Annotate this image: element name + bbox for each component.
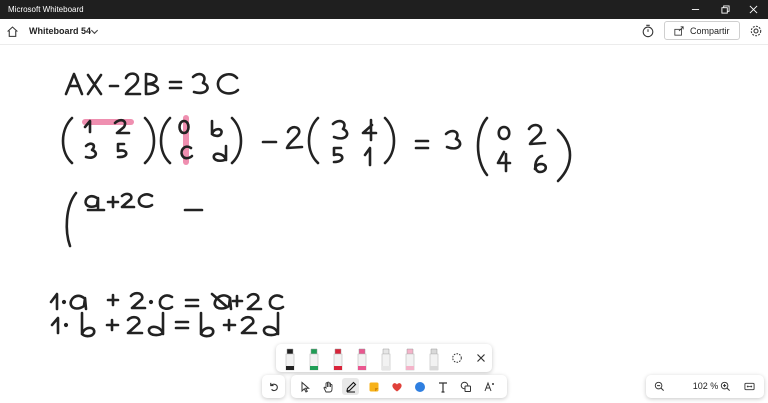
- home-icon: [6, 25, 18, 37]
- select-button[interactable]: [296, 378, 313, 395]
- handwriting: [49, 72, 572, 338]
- heart-icon: [391, 382, 402, 391]
- home-button[interactable]: [4, 23, 20, 39]
- gear-icon[interactable]: [749, 24, 763, 38]
- close-window-button[interactable]: [738, 0, 768, 19]
- image-icon: [414, 381, 425, 392]
- timer-icon[interactable]: [641, 24, 655, 38]
- text-icon: [438, 381, 447, 393]
- minimize-icon: [691, 9, 699, 10]
- white-pen[interactable]: [378, 347, 394, 371]
- pink-marker[interactable]: [402, 347, 418, 371]
- share-button[interactable]: Compartir: [664, 21, 740, 40]
- pan-button[interactable]: [319, 378, 336, 395]
- shapes-button[interactable]: [457, 378, 474, 395]
- red-pen[interactable]: [330, 347, 346, 371]
- restore-button[interactable]: [710, 0, 740, 19]
- text-button[interactable]: [434, 378, 451, 395]
- share-icon: [674, 25, 684, 36]
- window-title: Microsoft Whiteboard: [8, 5, 84, 14]
- window-titlebar: Microsoft Whiteboard: [0, 0, 768, 19]
- reactions-button[interactable]: [388, 378, 405, 395]
- zoom-in-icon: [720, 381, 730, 391]
- sticky-note-icon: [369, 382, 378, 391]
- shapes-icon: [460, 381, 471, 392]
- undo-button[interactable]: [262, 375, 285, 398]
- close-tray-button[interactable]: [472, 349, 489, 366]
- close-window-icon: [749, 5, 757, 14]
- hand-icon: [323, 381, 332, 392]
- pink-highlighter[interactable]: [354, 347, 370, 371]
- chevron-down-icon[interactable]: [90, 27, 99, 36]
- main-toolbar: [291, 375, 507, 398]
- restore-icon: [720, 5, 730, 14]
- zoom-in-button[interactable]: [718, 379, 733, 394]
- more-icon: [484, 381, 494, 391]
- select-arrow-icon: [301, 380, 310, 393]
- fit-screen-button[interactable]: [742, 379, 757, 394]
- pen-icon: [345, 381, 356, 392]
- zoom-out-icon: [654, 381, 664, 391]
- ink-button[interactable]: [342, 378, 359, 395]
- undo-icon: [270, 382, 278, 392]
- zoom-controls: 102 %: [646, 375, 764, 398]
- app-toolbar: Whiteboard 54 Compartir: [0, 19, 768, 45]
- image-button[interactable]: [411, 378, 428, 395]
- lasso-button[interactable]: [448, 349, 465, 366]
- board-name[interactable]: Whiteboard 54: [29, 26, 91, 36]
- close-icon: [476, 353, 485, 362]
- black-pen[interactable]: [282, 347, 298, 371]
- minimize-button[interactable]: [680, 0, 710, 19]
- share-label: Compartir: [690, 25, 730, 36]
- fit-screen-icon: [744, 382, 755, 391]
- ruler[interactable]: [426, 347, 442, 371]
- pen-tray: [276, 344, 492, 372]
- zoom-out-button[interactable]: [652, 379, 667, 394]
- more-button[interactable]: [480, 378, 497, 395]
- lasso-icon: [451, 352, 462, 363]
- green-pen[interactable]: [306, 347, 322, 371]
- sticky-note-button[interactable]: [365, 378, 382, 395]
